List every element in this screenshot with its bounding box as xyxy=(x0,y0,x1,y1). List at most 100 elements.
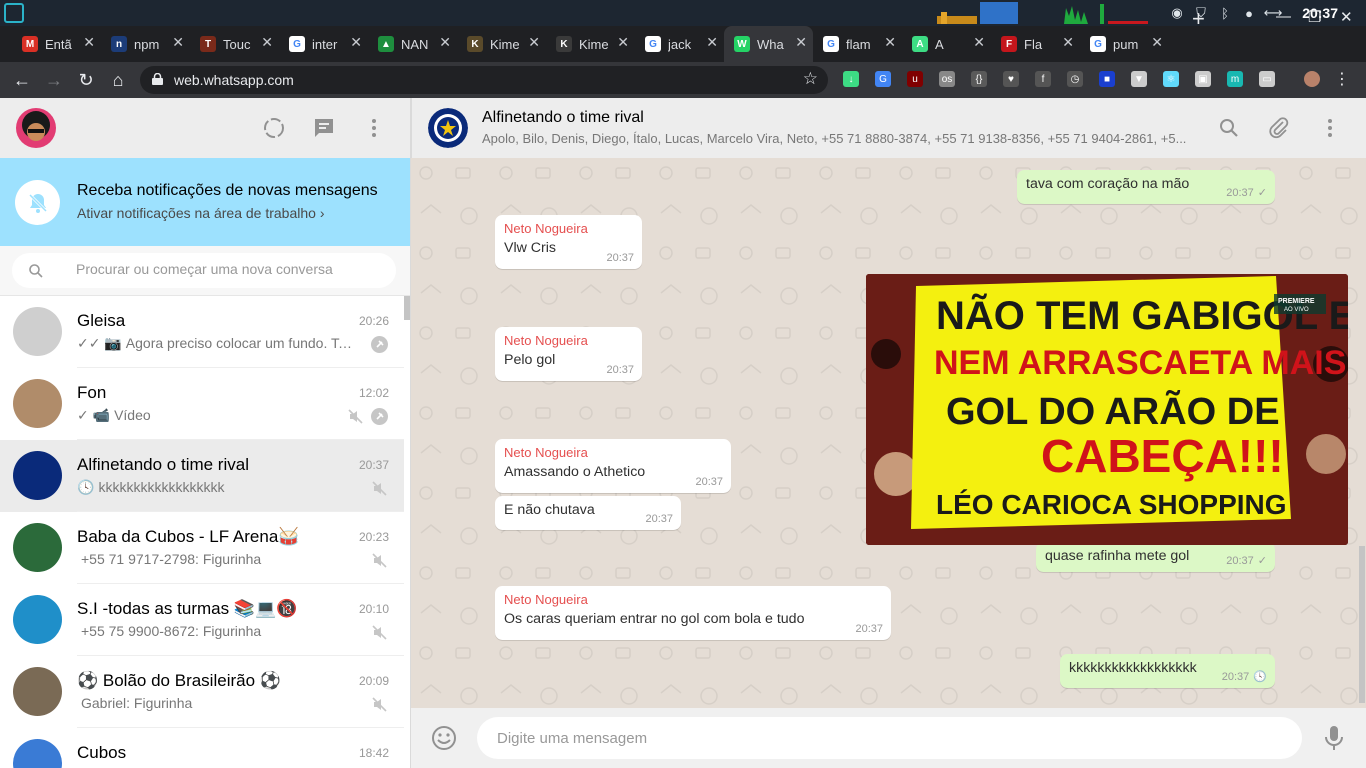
back-button[interactable]: ← xyxy=(10,68,34,92)
browser-menu-icon[interactable]: ⋮ xyxy=(1334,71,1350,88)
tab-close-icon[interactable]: ✕ xyxy=(350,34,362,51)
code-icon[interactable]: {} xyxy=(971,71,987,87)
shared-image[interactable]: NÃO TEM GABIGOL E NEM ARRASCAETA MAIS TE… xyxy=(866,274,1348,545)
notification-banner[interactable]: Receba notificações de novas mensagens A… xyxy=(0,158,410,246)
cast-icon[interactable]: ▭ xyxy=(1259,71,1275,87)
address-bar[interactable]: web.whatsapp.com ☆ xyxy=(140,66,828,94)
microphone-icon[interactable] xyxy=(1323,724,1345,752)
outgoing-message[interactable]: tava com coração na mão 20:37 ✓ xyxy=(1017,170,1275,204)
browser-tab[interactable]: ▲ NAN ✕ xyxy=(368,26,457,62)
my-avatar[interactable] xyxy=(16,108,56,148)
browser-tab[interactable]: K Kime ✕ xyxy=(457,26,546,62)
minimize-button[interactable]: — xyxy=(1276,8,1291,25)
tab-label: npm xyxy=(134,36,160,52)
profile-avatar[interactable] xyxy=(1304,71,1320,87)
tab-close-icon[interactable]: ✕ xyxy=(439,34,451,51)
tab-close-icon[interactable]: ✕ xyxy=(528,34,540,51)
emoji-icon[interactable] xyxy=(431,725,457,751)
message-input[interactable] xyxy=(477,717,1302,759)
notification-link[interactable]: Ativar notificações na área de trabalho … xyxy=(77,205,325,221)
message-status-icon: ✓ xyxy=(1257,555,1267,567)
attach-icon[interactable] xyxy=(1267,116,1291,140)
chat-list-item[interactable]: Gleisa 20:26 ✓✓ 📷 Agora preciso colocar um … xyxy=(0,296,404,368)
message-sender[interactable]: Neto Nogueira xyxy=(504,592,882,607)
drive-icon: ▲ xyxy=(378,36,394,52)
new-tab-button[interactable]: + xyxy=(1192,6,1205,32)
tab-close-icon[interactable]: ✕ xyxy=(1151,34,1163,51)
browser-tab[interactable]: K Kime ✕ xyxy=(546,26,635,62)
chat-list-item[interactable]: S.I -todas as turmas 📚💻🔞 20:10 +55 75 9900… xyxy=(0,584,404,656)
tab-close-icon[interactable]: ✕ xyxy=(795,34,807,51)
incoming-message[interactable]: E não chutava 20:37 xyxy=(495,496,681,530)
translate-icon[interactable]: G xyxy=(875,71,891,87)
chat-list-item[interactable]: Cubos 18:42 xyxy=(0,728,404,768)
chat-list-item[interactable]: Alfinetando o time rival 20:37 🕓 kkkkkkkkkk… xyxy=(0,440,404,512)
chat-list-item[interactable]: ⚽ Bolão do Brasileirão ⚽ 20:09 Gabriel: Fi… xyxy=(0,656,404,728)
status-icon[interactable] xyxy=(262,116,286,140)
tab-close-icon[interactable]: ✕ xyxy=(973,34,985,51)
bluetooth-icon[interactable]: ᛒ xyxy=(1216,4,1234,22)
maximize-button[interactable]: ❐ xyxy=(1308,8,1321,26)
reload-button[interactable]: ↻ xyxy=(74,68,98,92)
message-time: 20:37 xyxy=(606,364,634,376)
browser-tab[interactable]: Gpum ✕ xyxy=(1080,26,1169,62)
search-messages-icon[interactable] xyxy=(1217,116,1241,140)
tab-close-icon[interactable]: ✕ xyxy=(706,34,718,51)
tab-close-icon[interactable]: ✕ xyxy=(261,34,273,51)
forward-button[interactable]: → xyxy=(42,68,66,92)
conversation-header[interactable]: Alfinetando o time rival Apolo, Bilo, De… xyxy=(411,98,1366,158)
bookmark-star-icon[interactable]: ☆ xyxy=(803,69,818,89)
browser-tab[interactable]: F Fla ✕ xyxy=(991,26,1080,62)
search-input[interactable] xyxy=(76,261,376,277)
incoming-message[interactable]: Neto Nogueira Vlw Cris 20:37 xyxy=(495,215,642,269)
react-icon[interactable]: ⚛ xyxy=(1163,71,1179,87)
conversation-menu-icon[interactable] xyxy=(1318,116,1342,140)
tab-close-icon[interactable]: ✕ xyxy=(884,34,896,51)
conversation-scrollbar[interactable] xyxy=(1359,546,1365,703)
browser-tab[interactable]: W Wha ✕ xyxy=(724,26,813,62)
browser-tab[interactable]: M Entã ✕ xyxy=(12,26,101,62)
pocket-icon[interactable]: ♥ xyxy=(1003,71,1019,87)
browser-tab[interactable]: A A ✕ xyxy=(902,26,991,62)
browser-tab[interactable]: n npm ✕ xyxy=(101,26,190,62)
ublock-icon[interactable]: u xyxy=(907,71,923,87)
briefcase-icon[interactable]: ▣ xyxy=(1195,71,1211,87)
box-icon[interactable]: ■ xyxy=(1099,71,1115,87)
message-sender[interactable]: Neto Nogueira xyxy=(504,333,633,348)
message-time: 20:37 xyxy=(1221,671,1250,683)
m-icon[interactable]: m xyxy=(1227,71,1243,87)
new-chat-icon[interactable] xyxy=(312,116,336,140)
vue-icon[interactable]: ▼ xyxy=(1131,71,1147,87)
incoming-message[interactable]: Neto Nogueira Os caras queriam entrar no … xyxy=(495,586,891,640)
outgoing-message[interactable]: kkkkkkkkkkkkkkkkkk 20:37 🕓 xyxy=(1060,654,1275,688)
steam-icon[interactable]: ◉ xyxy=(1168,4,1186,22)
chat-list-item[interactable]: Baba da Cubos - LF Arena🥁 20:23 +55 71 971… xyxy=(0,512,404,584)
download-icon[interactable]: ↓ xyxy=(843,71,859,87)
search-box[interactable] xyxy=(12,253,396,288)
incoming-message[interactable]: Neto Nogueira Amassando o Athetico 20:37 xyxy=(495,439,731,493)
launcher-icon[interactable] xyxy=(4,3,24,23)
facebook-icon[interactable]: f xyxy=(1035,71,1051,87)
tab-close-icon[interactable]: ✕ xyxy=(617,34,629,51)
browser-tab[interactable]: Gflam ✕ xyxy=(813,26,902,62)
tab-close-icon[interactable]: ✕ xyxy=(1062,34,1074,51)
browser-tab[interactable]: T Touc ✕ xyxy=(190,26,279,62)
close-window-button[interactable]: ✕ xyxy=(1340,8,1353,26)
incoming-message[interactable]: Neto Nogueira Pelo gol 20:37 xyxy=(495,327,642,381)
chat-time: 20:37 xyxy=(358,458,389,472)
message-sender[interactable]: Neto Nogueira xyxy=(504,221,633,236)
browser-tab[interactable]: Gjack ✕ xyxy=(635,26,724,62)
message-sender[interactable]: Neto Nogueira xyxy=(504,445,722,460)
timer-icon[interactable]: ◷ xyxy=(1067,71,1083,87)
os-icon[interactable]: os xyxy=(939,71,955,87)
menu-icon[interactable] xyxy=(362,116,386,140)
sidebar-scrollbar[interactable] xyxy=(404,296,410,320)
browser-tab[interactable]: Ginter ✕ xyxy=(279,26,368,62)
tab-close-icon[interactable]: ✕ xyxy=(172,34,184,51)
user-icon[interactable]: ● xyxy=(1240,4,1258,22)
tab-close-icon[interactable]: ✕ xyxy=(83,34,95,51)
home-button[interactable]: ⌂ xyxy=(106,68,130,92)
chat-list-item[interactable]: Fon 12:02 ✓ 📹 Vídeo xyxy=(0,368,404,440)
group-avatar[interactable] xyxy=(428,108,468,148)
outgoing-message[interactable]: quase rafinha mete gol 20:37 ✓ xyxy=(1036,542,1275,572)
